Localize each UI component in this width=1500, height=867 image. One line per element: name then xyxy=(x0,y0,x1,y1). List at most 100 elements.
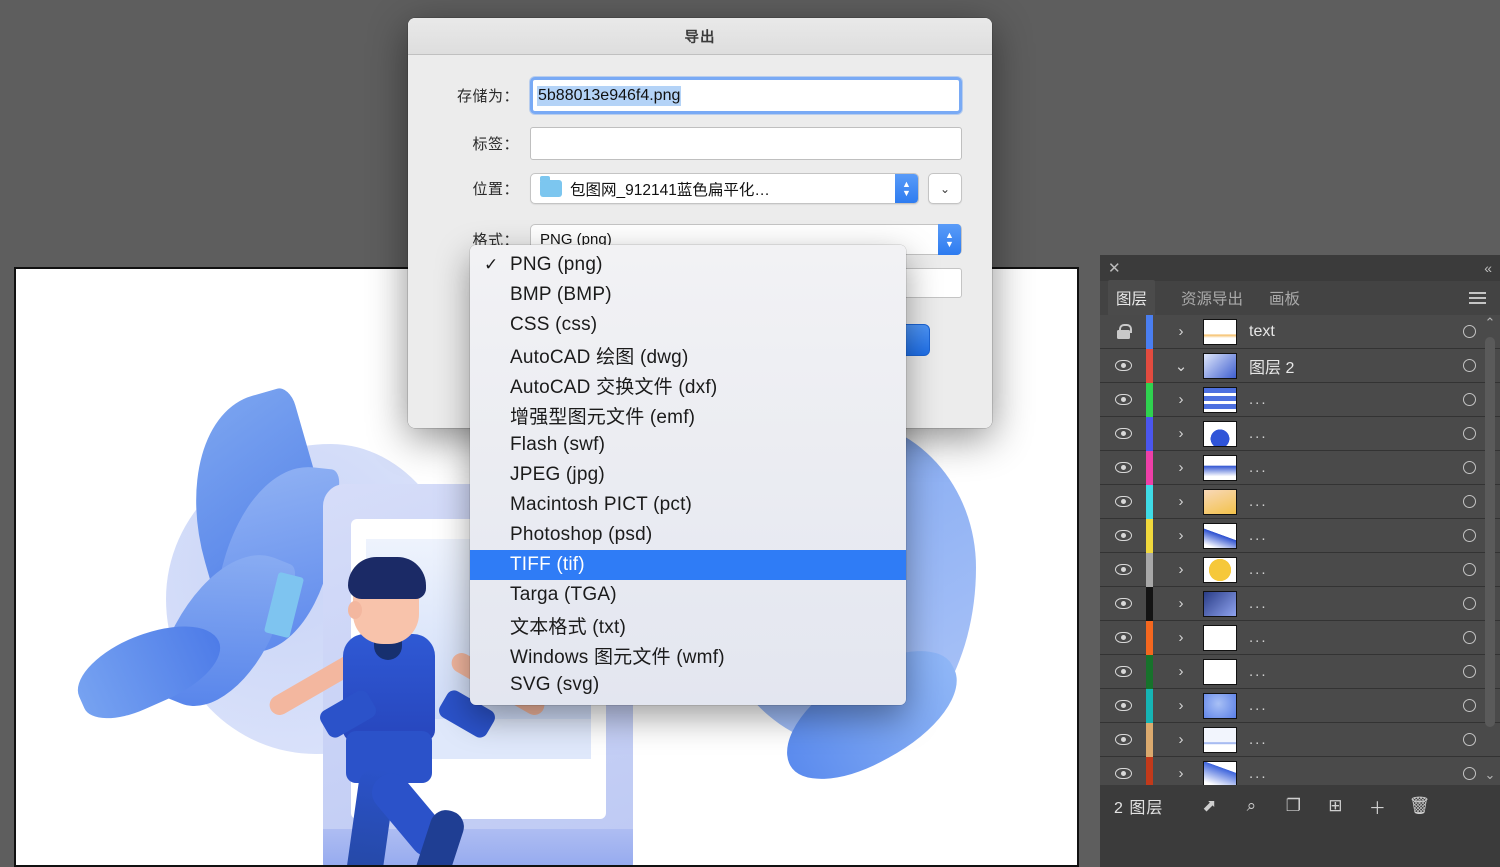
visibility-toggle[interactable] xyxy=(1100,632,1146,643)
layer-name[interactable]: ... xyxy=(1237,391,1438,408)
filename-input[interactable]: 5b88013e946f4.png xyxy=(530,77,962,114)
add-sublayer-icon[interactable]: ⊞ xyxy=(1325,796,1345,816)
new-layer-icon[interactable]: ＋ xyxy=(1367,796,1387,818)
target-circle-icon xyxy=(1462,359,1476,372)
visibility-toggle[interactable] xyxy=(1100,496,1146,507)
chevron-right-icon[interactable]: › xyxy=(1159,731,1203,748)
scroll-down-icon[interactable]: ⌄ xyxy=(1482,767,1498,783)
panel-tab-item[interactable]: 资源导出 xyxy=(1181,287,1243,309)
visibility-toggle[interactable] xyxy=(1100,768,1146,779)
layer-row[interactable]: ›... xyxy=(1100,722,1500,757)
format-option[interactable]: CSS (css) xyxy=(470,310,906,340)
layers-panel[interactable]: ✕ « 图层 资源导出 画板 › text ⌄ 图层 2 ›... ›... ›... ›... ›… xyxy=(1100,255,1500,867)
format-stepper[interactable]: ▲ ▼ xyxy=(938,224,961,255)
release-to-layers-icon[interactable]: ⬈ xyxy=(1199,796,1219,816)
chevron-right-icon[interactable]: › xyxy=(1159,323,1203,340)
panel-tab-active[interactable]: 图层 xyxy=(1108,280,1156,316)
format-option[interactable]: 增强型图元文件 (emf) xyxy=(470,400,906,430)
format-option[interactable]: BMP (BMP) xyxy=(470,280,906,310)
layer-name[interactable]: ... xyxy=(1237,765,1438,782)
visibility-toggle[interactable] xyxy=(1100,598,1146,609)
layer-row[interactable]: ›... xyxy=(1100,620,1500,655)
layer-row[interactable]: › text xyxy=(1100,315,1500,349)
format-option[interactable]: Flash (swf) xyxy=(470,430,906,460)
format-option[interactable]: TIFF (tif) xyxy=(470,550,906,580)
layer-row[interactable]: ›... xyxy=(1100,382,1500,417)
visibility-toggle[interactable] xyxy=(1100,530,1146,541)
layer-list[interactable]: › text ⌄ 图层 2 ›... ›... ›... ›... ›... ›... ›... ›.… xyxy=(1100,315,1500,785)
location-select[interactable]: 包图网_912141蓝色扁平化… ▲ ▼ xyxy=(530,173,919,204)
lock-toggle[interactable] xyxy=(1100,324,1146,339)
layer-thumbnail xyxy=(1203,726,1237,753)
chevron-right-icon[interactable]: › xyxy=(1159,765,1203,782)
layer-name[interactable]: text xyxy=(1237,323,1438,341)
layer-name[interactable]: 图层 2 xyxy=(1237,354,1438,378)
visibility-toggle[interactable] xyxy=(1100,428,1146,439)
layer-row[interactable]: ›... xyxy=(1100,450,1500,485)
chevron-down-icon[interactable]: ⌄ xyxy=(1159,357,1203,375)
format-option[interactable]: Targa (TGA) xyxy=(470,580,906,610)
duplicate-layer-icon[interactable]: ❐ xyxy=(1283,796,1303,816)
format-option[interactable]: AutoCAD 交换文件 (dxf) xyxy=(470,370,906,400)
layer-name[interactable]: ... xyxy=(1237,595,1438,612)
delete-layer-icon[interactable]: 🗑 xyxy=(1409,796,1431,816)
chevron-right-icon[interactable]: › xyxy=(1159,493,1203,510)
format-option[interactable]: ✓ PNG (png) xyxy=(470,250,906,280)
chevron-right-icon[interactable]: › xyxy=(1159,561,1203,578)
layer-list-scrollbar[interactable]: ⌃ ⌄ xyxy=(1482,315,1498,785)
scroll-up-icon[interactable]: ⌃ xyxy=(1482,315,1498,331)
layer-row[interactable]: ⌄ 图层 2 xyxy=(1100,348,1500,383)
chevron-right-icon[interactable]: › xyxy=(1159,459,1203,476)
visibility-toggle[interactable] xyxy=(1100,734,1146,745)
layer-name[interactable]: ... xyxy=(1237,493,1438,510)
visibility-toggle[interactable] xyxy=(1100,564,1146,575)
format-option[interactable]: SVG (svg) xyxy=(470,670,906,700)
layer-name[interactable]: ... xyxy=(1237,425,1438,442)
panel-tab-item[interactable]: 画板 xyxy=(1269,287,1300,309)
format-option[interactable]: AutoCAD 绘图 (dwg) xyxy=(470,340,906,370)
layer-row[interactable]: ›... xyxy=(1100,654,1500,689)
dialog-title: 导出 xyxy=(684,29,716,46)
layer-name[interactable]: ... xyxy=(1237,663,1438,680)
chevron-right-icon[interactable]: › xyxy=(1159,527,1203,544)
hamburger-menu-icon[interactable] xyxy=(1469,292,1486,304)
layer-name[interactable]: ... xyxy=(1237,527,1438,544)
layer-row[interactable]: ›... xyxy=(1100,518,1500,553)
tags-input[interactable] xyxy=(530,127,962,160)
format-option[interactable]: Macintosh PICT (pct) xyxy=(470,490,906,520)
layer-name[interactable]: ... xyxy=(1237,731,1438,748)
chevron-right-icon[interactable]: › xyxy=(1159,697,1203,714)
layer-row[interactable]: ›... xyxy=(1100,586,1500,621)
chevron-double-left-icon[interactable]: « xyxy=(1484,260,1492,276)
location-stepper[interactable]: ▲ ▼ xyxy=(895,174,918,203)
chevron-right-icon[interactable]: › xyxy=(1159,425,1203,442)
format-option[interactable]: JPEG (jpg) xyxy=(470,460,906,490)
format-option[interactable]: 文本格式 (txt) xyxy=(470,610,906,640)
layer-name[interactable]: ... xyxy=(1237,561,1438,578)
layer-row[interactable]: ›... xyxy=(1100,416,1500,451)
close-icon[interactable]: ✕ xyxy=(1108,261,1121,276)
locate-object-icon[interactable]: ⌕ xyxy=(1241,796,1261,816)
chevron-right-icon[interactable]: › xyxy=(1159,663,1203,680)
layer-name[interactable]: ... xyxy=(1237,697,1438,714)
layer-row[interactable]: ›... xyxy=(1100,484,1500,519)
layer-name[interactable]: ... xyxy=(1237,629,1438,646)
location-expand-button[interactable]: ⌄ xyxy=(928,173,962,204)
layer-row[interactable]: ›... xyxy=(1100,756,1500,785)
visibility-toggle[interactable] xyxy=(1100,394,1146,405)
visibility-toggle[interactable] xyxy=(1100,360,1146,371)
scrollbar-thumb[interactable] xyxy=(1485,337,1495,727)
format-option[interactable]: Photoshop (psd) xyxy=(470,520,906,550)
visibility-toggle[interactable] xyxy=(1100,666,1146,677)
chevron-right-icon[interactable]: › xyxy=(1159,391,1203,408)
chevron-right-icon[interactable]: › xyxy=(1159,595,1203,612)
chevron-right-icon[interactable]: › xyxy=(1159,629,1203,646)
format-dropdown-menu[interactable]: ✓ PNG (png) BMP (BMP) CSS (css) AutoCAD 绘图 (… xyxy=(470,245,906,705)
visibility-toggle[interactable] xyxy=(1100,700,1146,711)
layer-name[interactable]: ... xyxy=(1237,459,1438,476)
format-option[interactable]: Windows 图元文件 (wmf) xyxy=(470,640,906,670)
visibility-toggle[interactable] xyxy=(1100,462,1146,473)
checkmark-icon: ✓ xyxy=(484,255,499,274)
layer-row[interactable]: ›... xyxy=(1100,552,1500,587)
layer-row[interactable]: ›... xyxy=(1100,688,1500,723)
